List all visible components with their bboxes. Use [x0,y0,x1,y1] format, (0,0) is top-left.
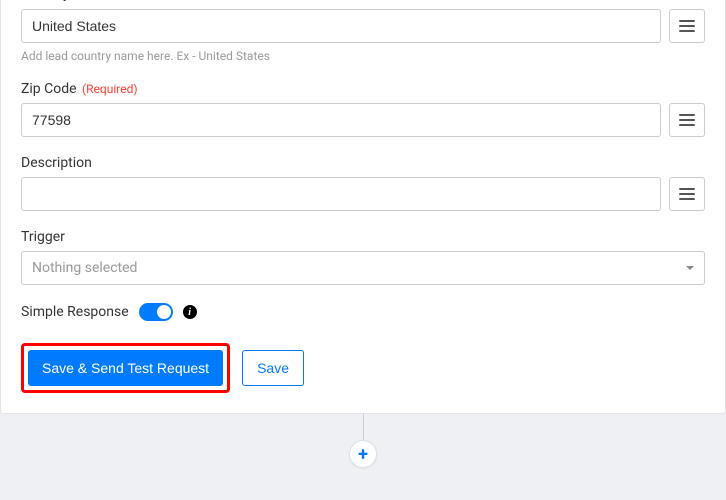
country-options-button[interactable] [669,9,705,43]
toggle-knob [157,305,171,319]
zip-required-tag: (Required) [82,82,137,96]
simple-response-toggle[interactable] [139,303,173,321]
zip-input-row [21,103,705,137]
country-label: Country [21,0,705,1]
zip-options-button[interactable] [669,103,705,137]
add-step-button[interactable]: + [349,440,377,468]
country-input[interactable] [21,9,661,43]
trigger-label: Trigger [21,229,705,245]
form-card: Country Add lead country name here. Ex -… [0,0,726,414]
save-send-test-button[interactable]: Save & Send Test Request [28,350,223,386]
country-help-text: Add lead country name here. Ex - United … [21,49,705,63]
description-options-button[interactable] [669,177,705,211]
trigger-select[interactable]: Nothing selected [21,251,705,285]
description-label: Description [21,155,705,171]
description-input-row [21,177,705,211]
country-field-group: Country Add lead country name here. Ex -… [21,0,705,63]
description-input[interactable] [21,177,661,211]
description-field-group: Description [21,155,705,211]
simple-response-label: Simple Response [21,304,129,320]
zip-label: Zip Code (Required) [21,81,705,97]
connector-area: + [0,414,726,474]
trigger-field-group: Trigger Nothing selected [21,229,705,285]
chevron-down-icon [686,266,694,270]
zip-field-group: Zip Code (Required) [21,81,705,137]
zip-input[interactable] [21,103,661,137]
primary-button-highlight: Save & Send Test Request [21,343,230,393]
simple-response-row: Simple Response i [21,303,705,321]
button-row: Save & Send Test Request Save [21,343,705,393]
save-button[interactable]: Save [242,350,304,386]
info-icon[interactable]: i [183,305,197,319]
country-input-row [21,9,705,43]
zip-label-text: Zip Code [21,81,77,97]
trigger-placeholder: Nothing selected [32,260,137,276]
